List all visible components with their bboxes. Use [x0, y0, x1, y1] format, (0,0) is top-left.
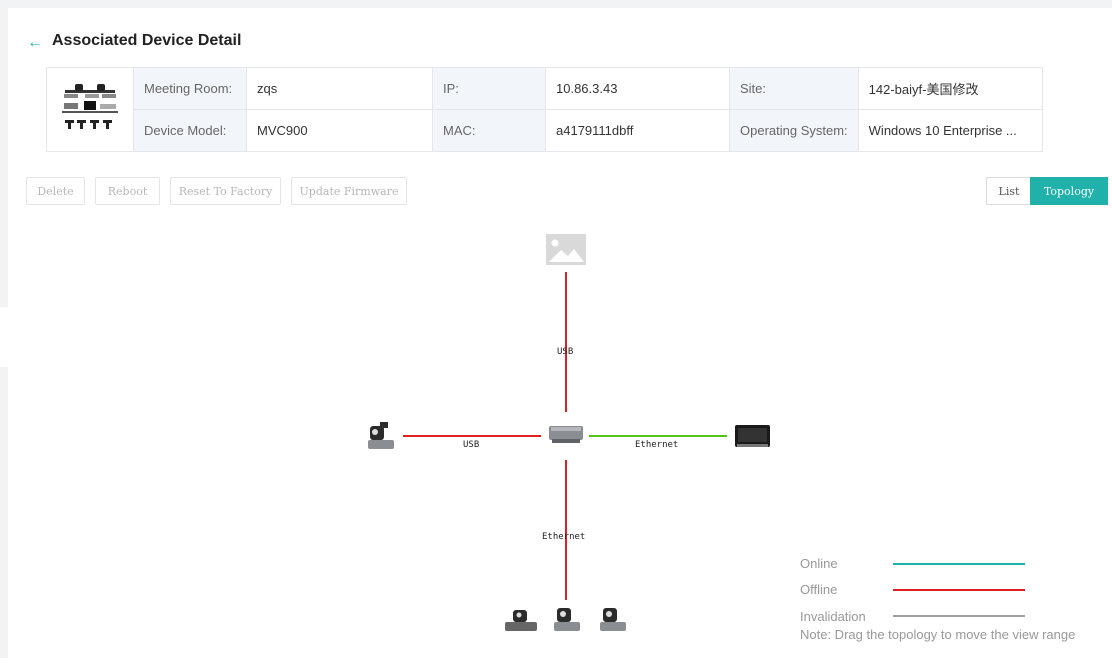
topology-canvas[interactable]	[0, 0, 1112, 658]
link-bottom-label: Ethernet	[542, 532, 586, 542]
drag-note: Note: Drag the topology to move the view…	[800, 627, 1076, 642]
ptz-camera-icon[interactable]	[368, 422, 394, 449]
touch-panel-icon[interactable]	[735, 425, 770, 447]
camera-hub-icon[interactable]	[505, 610, 537, 631]
image-placeholder-icon[interactable]	[546, 234, 586, 265]
ptz-camera-icon[interactable]	[554, 608, 580, 631]
legend-online-label: Online	[800, 556, 838, 571]
legend-offline-line	[893, 589, 1025, 591]
legend-online-line	[893, 563, 1025, 565]
legend-invalidation-label: Invalidation	[800, 609, 866, 624]
legend-offline-label: Offline	[800, 582, 838, 597]
link-right-label: Ethernet	[635, 440, 679, 450]
link-top-label: USB	[557, 347, 574, 357]
legend-invalidation-line	[893, 615, 1025, 617]
hub-device-icon[interactable]	[549, 426, 583, 443]
ptz-camera-icon[interactable]	[600, 608, 626, 631]
link-left-label: USB	[463, 440, 480, 450]
